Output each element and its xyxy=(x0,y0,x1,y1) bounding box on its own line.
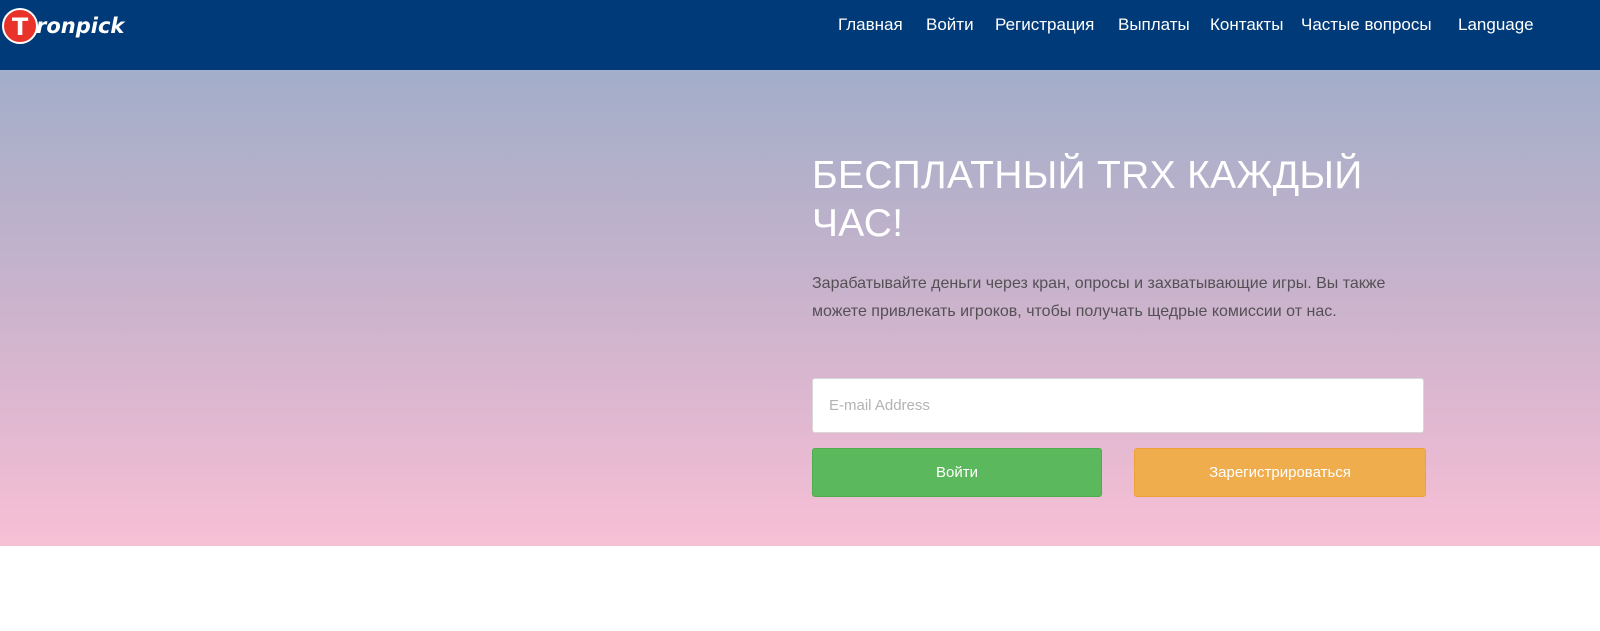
nav-login[interactable]: Войти xyxy=(926,14,974,36)
top-navbar: T ronpick Главная Войти Регистрация Выпл… xyxy=(0,0,1600,70)
nav-faq[interactable]: Частые вопросы xyxy=(1301,14,1432,36)
logo-letter: T xyxy=(12,13,29,40)
hero-title: БЕСПЛАТНЫЙ TRX КАЖДЫЙ ЧАС! xyxy=(812,154,1363,245)
tronpick-logo-icon: T xyxy=(2,8,38,44)
nav-language[interactable]: Language xyxy=(1458,14,1534,36)
hero-description: Зарабатывайте деньги через кран, опросы … xyxy=(812,275,1386,320)
logo-text: ronpick xyxy=(36,14,125,38)
register-button[interactable]: Зарегистрироваться xyxy=(1134,448,1426,497)
login-button[interactable]: Войти xyxy=(812,448,1102,497)
nav-register[interactable]: Регистрация xyxy=(995,14,1094,36)
nav-payouts[interactable]: Выплаты xyxy=(1118,14,1190,36)
hero-section: БЕСПЛАТНЫЙ TRX КАЖДЫЙ ЧАС! Зарабатывайте… xyxy=(0,70,1600,546)
site-logo[interactable]: T ronpick xyxy=(2,6,124,46)
nav-contacts[interactable]: Контакты xyxy=(1210,14,1283,36)
email-input[interactable] xyxy=(812,378,1424,433)
nav-home[interactable]: Главная xyxy=(838,14,903,36)
